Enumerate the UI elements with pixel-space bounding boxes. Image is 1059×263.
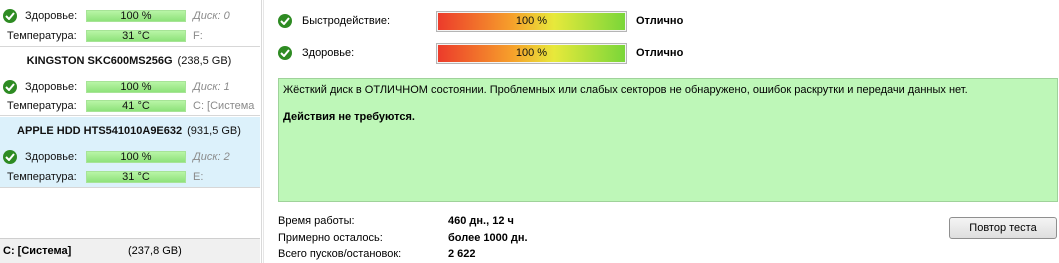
uptime-label: Время работы: <box>278 215 355 227</box>
temperature-label: Температура: <box>7 30 77 42</box>
status-message-box: Жёсткий диск в ОТЛИЧНОМ состоянии. Пробл… <box>278 78 1058 202</box>
disk-health-row: Здоровье: 100 % Диск: 0 <box>0 9 260 23</box>
ok-check-icon <box>3 80 17 94</box>
performance-bar-fill: 100 % <box>438 13 625 30</box>
temperature-bar: 41 °C <box>86 100 186 112</box>
disk-item-0[interactable]: Здоровье: 100 % Диск: 0 Температура: 31 … <box>0 0 260 47</box>
health-label: Здоровье: <box>25 151 78 163</box>
health-label: Здоровье: <box>25 81 78 93</box>
temperature-label: Температура: <box>7 100 77 112</box>
performance-bar: 100 % <box>436 11 627 32</box>
partition-name: C: [Система] <box>3 245 72 257</box>
disk-temp-row: Температура: 41 °C C: [Система <box>0 99 260 113</box>
disk-temp-row: Температура: 31 °C F: <box>0 29 260 43</box>
disk-partitions: F: <box>193 30 203 42</box>
disk-health-row: Здоровье: 100 % Диск: 2 <box>0 150 260 164</box>
health-label: Здоровье: <box>25 10 78 22</box>
ok-check-icon <box>3 150 17 164</box>
disk-health-row: Здоровье: 100 % Диск: 1 <box>0 80 260 94</box>
disk-model: KINGSTON SKC600MS256G <box>26 55 173 67</box>
disk-partitions: E: <box>193 171 204 183</box>
disk-title: KINGSTON SKC600MS256G (238,5 GB) <box>0 55 258 67</box>
disk-item-2[interactable]: APPLE HDD HTS541010A9E632 (931,5 GB) Здор… <box>0 117 260 188</box>
info-remaining: Примерно осталось: более 1000 дн. <box>278 230 678 246</box>
uptime-value: 460 дн., 12 ч <box>448 215 514 227</box>
disk-item-1[interactable]: KINGSTON SKC600MS256G (238,5 GB) Здоровье… <box>0 48 260 116</box>
health-metric: Здоровье: 100 % Отлично <box>278 43 1058 64</box>
disk-number: Диск: 1 <box>193 81 230 93</box>
health-bar: 100 % <box>86 10 186 22</box>
disk-number: Диск: 0 <box>193 10 230 22</box>
partition-row[interactable]: C: [Система] (237,8 GB) <box>0 238 260 263</box>
status-action: Действия не требуются. <box>283 111 415 123</box>
info-uptime: Время работы: 460 дн., 12 ч <box>278 213 678 229</box>
remaining-value: более 1000 дн. <box>448 232 528 244</box>
disk-size: (238,5 GB) <box>177 55 232 67</box>
temperature-label: Температура: <box>7 171 77 183</box>
start-stop-value: 2 622 <box>448 248 476 260</box>
health-bar: 100 % <box>86 151 186 163</box>
temperature-bar: 31 °C <box>86 171 186 183</box>
health-label: Здоровье: <box>302 47 355 59</box>
performance-verdict: Отлично <box>636 15 684 27</box>
retest-button[interactable]: Повтор теста <box>949 217 1057 239</box>
disk-details-panel: Быстродействие: 100 % Отлично Здоровье: … <box>263 0 1059 263</box>
ok-check-icon <box>278 46 292 60</box>
info-start-stop: Всего пусков/остановок: 2 622 <box>278 246 678 262</box>
health-bar: 100 % <box>86 81 186 93</box>
temperature-bar: 31 °C <box>86 30 186 42</box>
disk-model: APPLE HDD HTS541010A9E632 <box>17 125 183 137</box>
remaining-label: Примерно осталось: <box>278 232 383 244</box>
status-message: Жёсткий диск в ОТЛИЧНОМ состоянии. Пробл… <box>283 84 968 96</box>
partition-size: (237,8 GB) <box>128 245 182 257</box>
disk-title: APPLE HDD HTS541010A9E632 (931,5 GB) <box>0 125 258 137</box>
performance-metric: Быстродействие: 100 % Отлично <box>278 11 1058 32</box>
health-verdict: Отлично <box>636 47 684 59</box>
health-bar-fill: 100 % <box>438 45 625 62</box>
start-stop-label: Всего пусков/остановок: <box>278 248 402 260</box>
disk-temp-row: Температура: 31 °C E: <box>0 170 260 184</box>
disk-partitions: C: [Система <box>193 100 255 112</box>
disk-size: (931,5 GB) <box>187 125 241 137</box>
ok-check-icon <box>3 9 17 23</box>
health-bar: 100 % <box>436 43 627 64</box>
disk-list-panel: Здоровье: 100 % Диск: 0 Температура: 31 … <box>0 0 262 263</box>
performance-label: Быстродействие: <box>302 15 391 27</box>
ok-check-icon <box>278 14 292 28</box>
disk-number: Диск: 2 <box>193 151 230 163</box>
